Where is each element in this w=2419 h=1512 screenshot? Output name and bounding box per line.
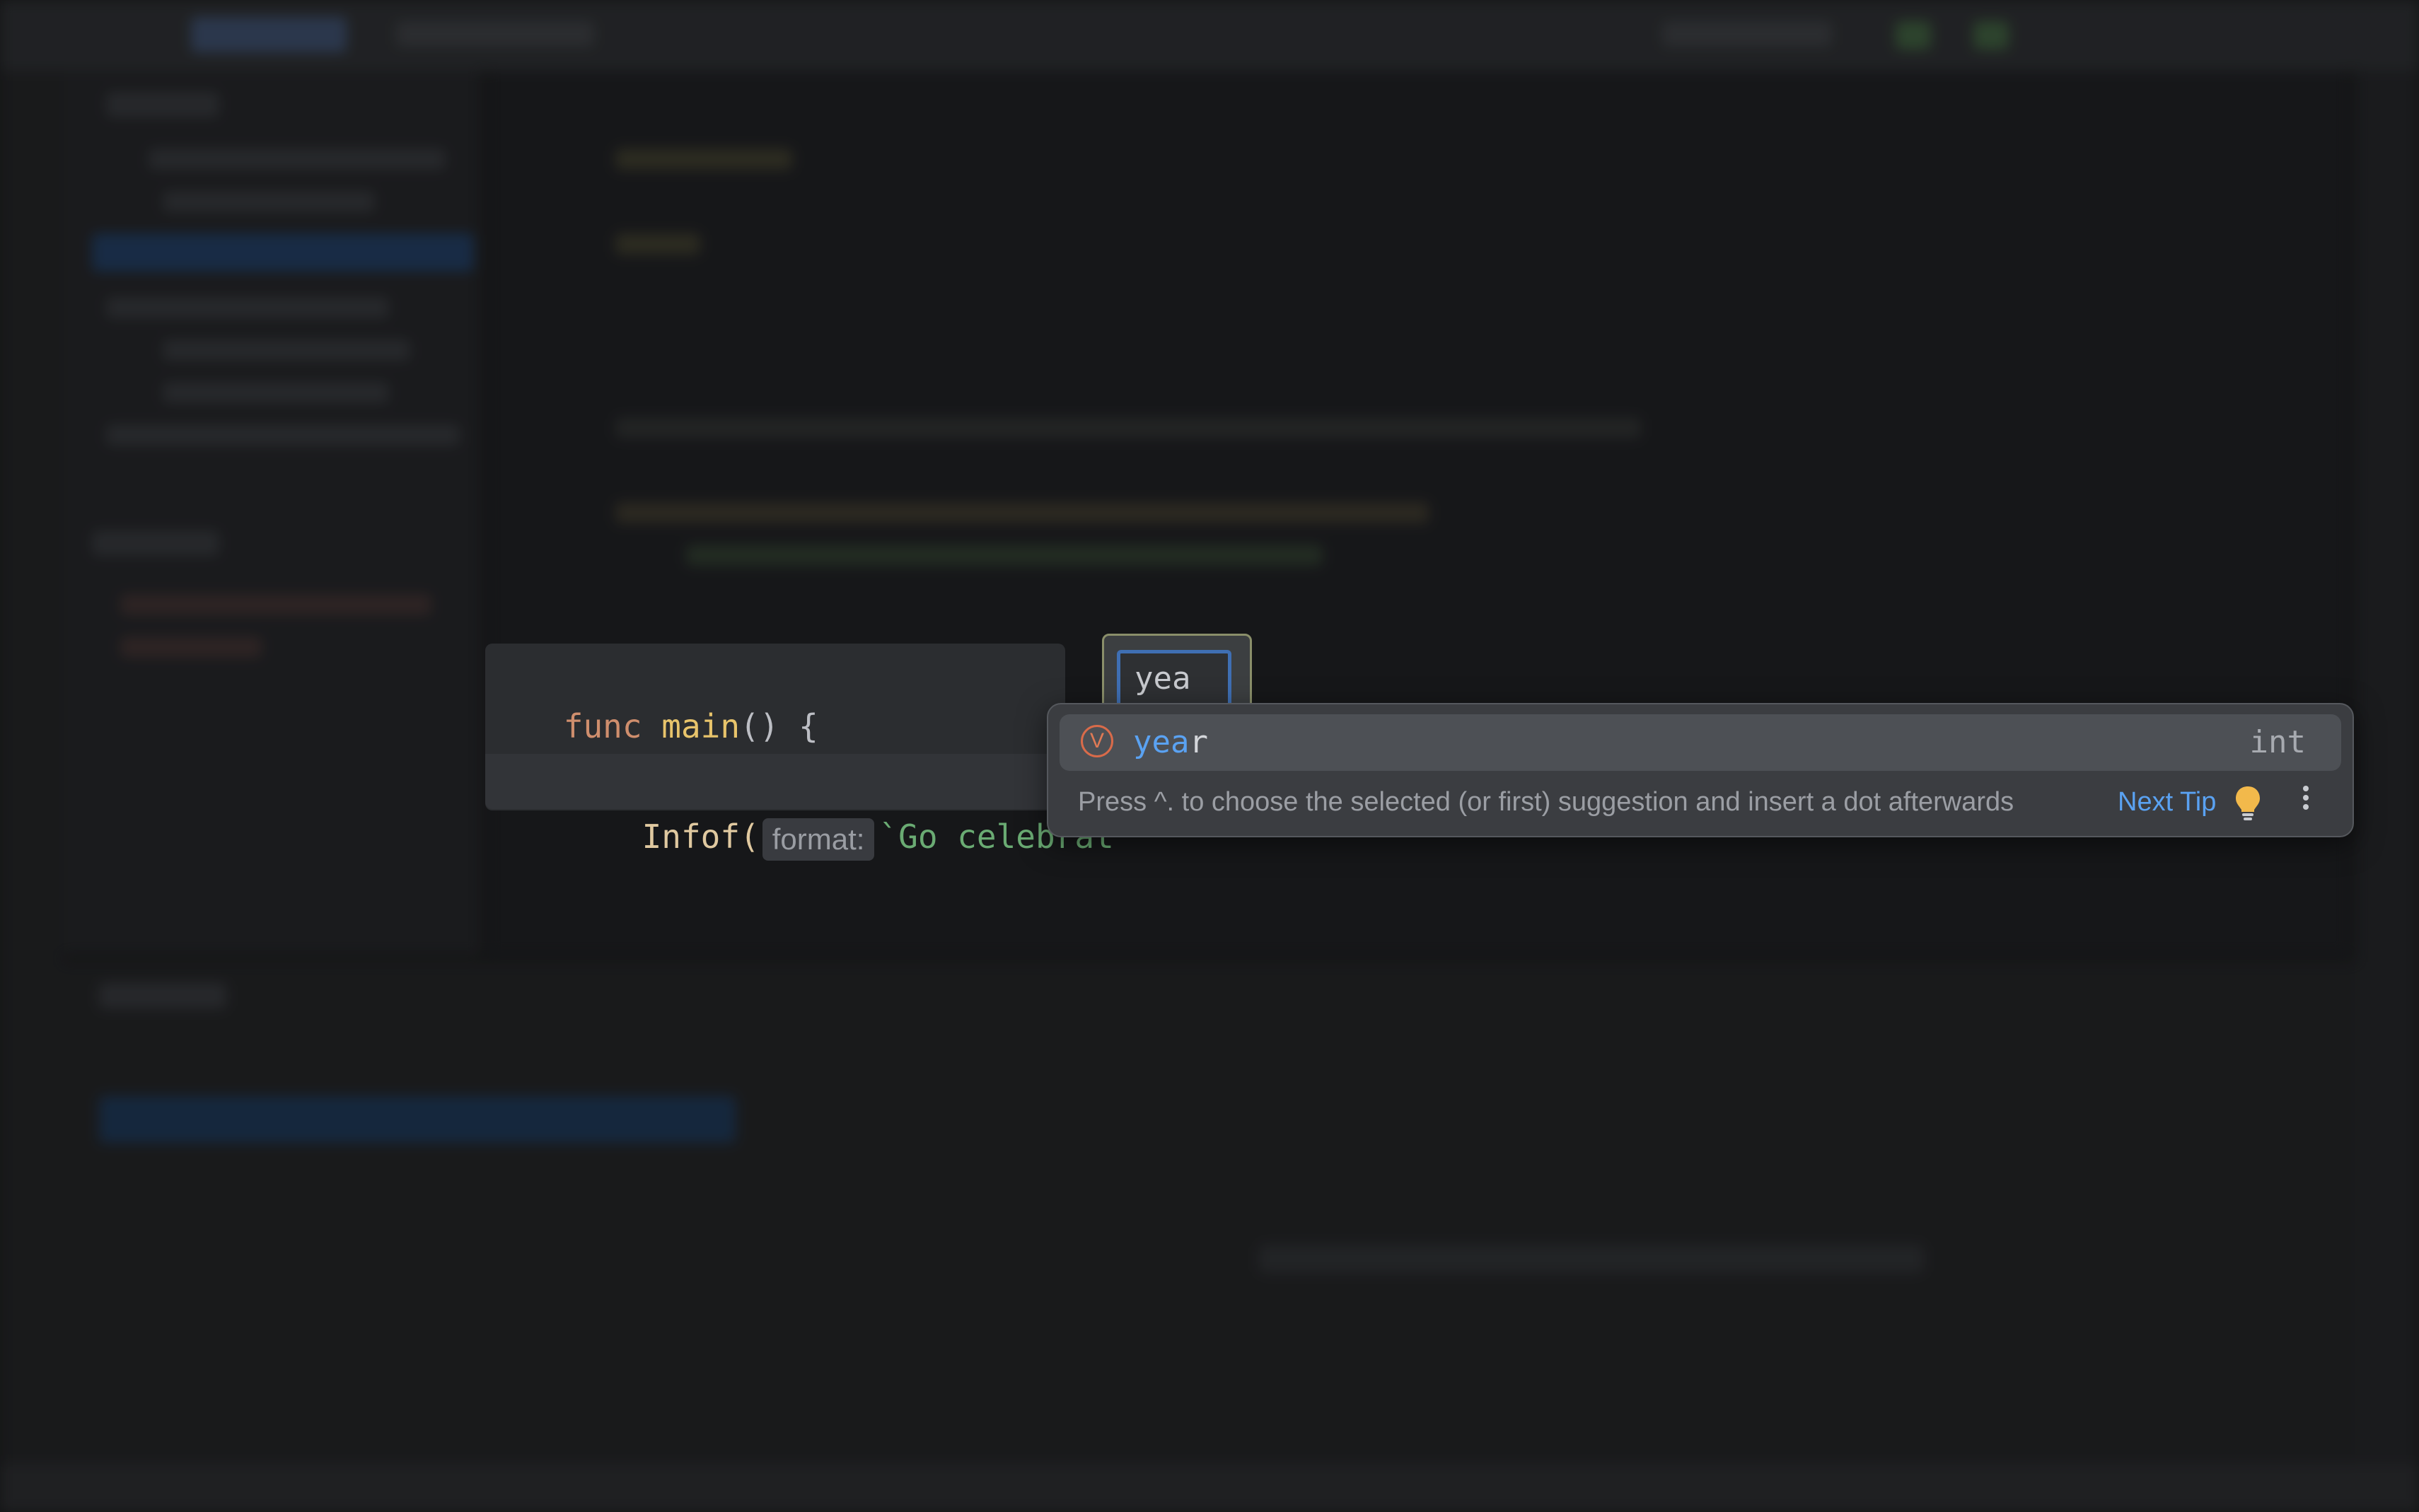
input-box[interactable]: yea [1102,634,1252,711]
code-line-2: year := 2024 - 2009 [485,699,1014,801]
parameter-hint: format: [762,818,875,861]
variable-icon: V [1081,725,1113,757]
input-value: yea [1135,661,1191,697]
code-snippet: func main() { year := 2024 - 2009 Infof(… [485,644,1114,861]
completion-rest: r [1189,724,1208,760]
completion-item[interactable]: V year int [1060,714,2341,771]
completion-match: yea [1133,724,1190,760]
completion-label: year [1133,714,1208,771]
completion-popup: V year int Press ^. to choose the select… [1047,703,2354,837]
function-call-infof: Infof( [642,818,760,856]
input-field[interactable]: yea [1117,650,1231,711]
next-tip-link[interactable]: Next Tip [2118,782,2216,822]
code-line-3: Infof(format: `Go celebrat [485,754,1114,861]
lightbulb-icon [2236,786,2260,820]
code-line-1: func main() { [485,644,818,745]
more-options-icon[interactable] [2297,782,2314,822]
tip-text: Press ^. to choose the selected (or firs… [1078,787,2014,817]
completion-type: int [2249,724,2306,760]
